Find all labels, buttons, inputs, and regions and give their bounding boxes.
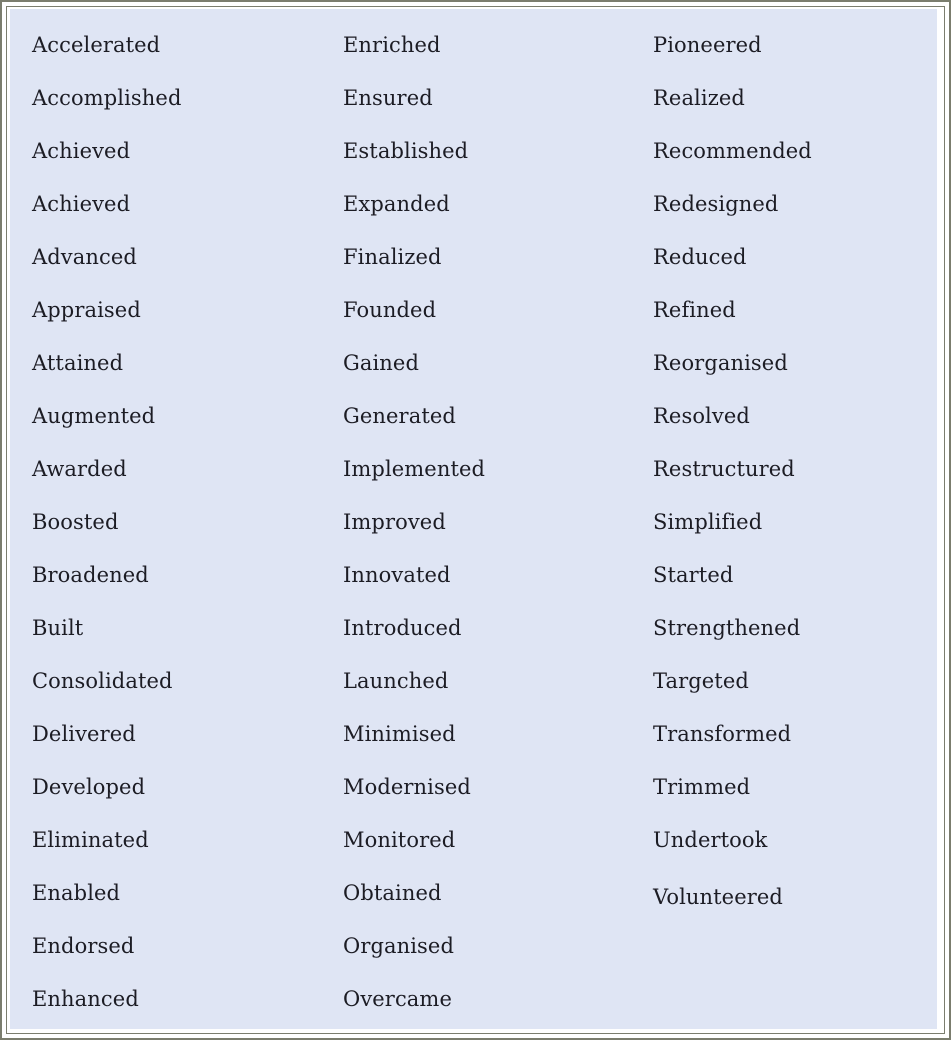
word-item: Restructured: [653, 457, 795, 481]
word-item: Redesigned: [653, 192, 779, 216]
word-item: Boosted: [32, 510, 119, 534]
word-item: Eliminated: [32, 828, 149, 852]
word-item: Awarded: [32, 457, 127, 481]
word-item: Generated: [343, 404, 456, 428]
word-item: Advanced: [32, 245, 137, 269]
word-item: Established: [343, 139, 469, 163]
word-item: Undertook: [653, 828, 768, 852]
word-item: Improved: [343, 510, 446, 534]
word-item: Introduced: [343, 616, 462, 640]
word-item: Started: [653, 563, 734, 587]
word-item: Enriched: [343, 33, 441, 57]
word-item: Reorganised: [653, 351, 788, 375]
word-item: Reduced: [653, 245, 747, 269]
word-item: Resolved: [653, 404, 750, 428]
word-item: Gained: [343, 351, 420, 375]
word-item: Simplified: [653, 510, 763, 534]
word-item: Strengthened: [653, 616, 801, 640]
word-list-panel: Accelerated Accomplished Achieved Achieved A…: [10, 9, 937, 1029]
word-item: Obtained: [343, 881, 442, 905]
word-item: Endorsed: [32, 934, 135, 958]
word-item: Expanded: [343, 192, 450, 216]
word-item: Transformed: [653, 722, 792, 746]
word-item: Launched: [343, 669, 449, 693]
word-item: Implemented: [343, 457, 486, 481]
word-item: Finalized: [343, 245, 442, 269]
word-item: Pioneered: [653, 33, 762, 57]
word-item: Delivered: [32, 722, 136, 746]
word-item: Trimmed: [653, 775, 751, 799]
word-item: Broadened: [32, 563, 149, 587]
word-item: Modernised: [343, 775, 471, 799]
word-item: Appraised: [32, 298, 141, 322]
word-item: Augmented: [32, 404, 156, 428]
word-item: Consolidated: [32, 669, 173, 693]
word-item: Enhanced: [32, 987, 139, 1011]
word-item: Volunteered: [653, 885, 783, 909]
word-item: Monitored: [343, 828, 456, 852]
word-item: Organised: [343, 934, 455, 958]
word-item: Achieved: [32, 192, 131, 216]
word-item: Minimised: [343, 722, 456, 746]
word-item: Accelerated: [32, 33, 161, 57]
word-item: Overcame: [343, 987, 452, 1011]
word-item: Ensured: [343, 86, 433, 110]
word-item: Innovated: [343, 563, 451, 587]
word-item: Developed: [32, 775, 146, 799]
word-item: Achieved: [32, 139, 131, 163]
word-item: Enabled: [32, 881, 121, 905]
word-item: Realized: [653, 86, 745, 110]
word-item: Built: [32, 616, 84, 640]
word-item: Targeted: [653, 669, 749, 693]
word-item: Recommended: [653, 139, 812, 163]
word-item: Refined: [653, 298, 736, 322]
word-item: Founded: [343, 298, 437, 322]
word-item: Accomplished: [32, 86, 182, 110]
word-item: Attained: [32, 351, 124, 375]
